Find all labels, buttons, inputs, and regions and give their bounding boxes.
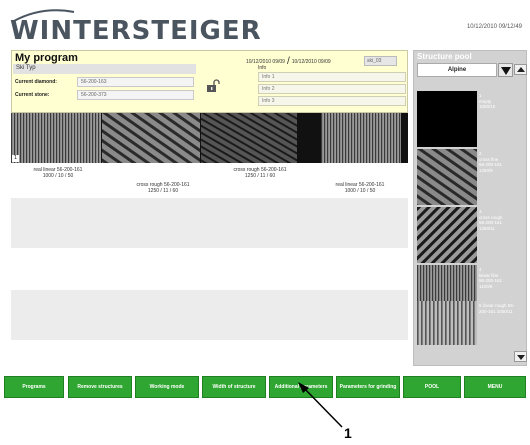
working-mode-button[interactable]: Working mode (135, 376, 199, 398)
tile-caption-text: real linear 56-200-161 1000 / 10 / 50 (335, 182, 385, 194)
info-2-field[interactable]: Info 2 (258, 84, 406, 94)
tile-caption-text: cross rough 56-200-161 1250 / 11 / 60 (233, 167, 287, 179)
logo: WINTERSTEIGER (10, 16, 262, 46)
parameters-for-grinding-button[interactable]: Parameters for grinding (336, 376, 400, 398)
info-label: Info (258, 65, 267, 71)
pool-thumb-linear-rough (417, 301, 477, 345)
structure-pool-panel: Structure pool Alpine 1 empty 1000/10 2 … (413, 50, 527, 366)
tile-caption-text: real linear 56-200-161 1000 / 10 / 50 (33, 167, 83, 179)
scroll-down-icon[interactable] (514, 351, 527, 362)
pool-thumb-cross-rough (417, 207, 477, 263)
linear-fine-pattern (11, 113, 101, 163)
pool-thumb-cross-fine (417, 149, 477, 205)
pool-item-text: 5 linear rough 56-200-161 1000/11 (479, 303, 515, 314)
additional-parameters-button[interactable]: Additional parameters (269, 376, 333, 398)
pool-item-text: 2 cross fine 56-200-161 1250/9 (479, 151, 503, 173)
current-diamond-row: Current diamond: 56-200-163 (13, 77, 196, 87)
current-stone-row: Current stone: 56-200-373 (13, 90, 196, 100)
dropdown-arrow-icon[interactable] (498, 63, 513, 77)
datetime-display: 10/12/2010 09/12/49 (466, 24, 522, 30)
linear-fine-pattern (321, 113, 401, 163)
tile-number: 1 (12, 155, 19, 162)
header: WINTERSTEIGER 10/12/2010 09/12/49 (0, 0, 530, 48)
remove-structures-button[interactable]: Remove structures (68, 376, 132, 398)
unlock-icon[interactable] (206, 79, 220, 93)
structure-tile[interactable] (201, 113, 297, 163)
pool-button[interactable]: POOL (403, 376, 461, 398)
tile-caption: real linear 56-200-161 1000 / 10 / 50 (315, 182, 405, 194)
pool-item-text: 4 linear fine 56-200-161 1100/9 (479, 267, 503, 289)
empty-structure-row[interactable] (11, 198, 408, 248)
pool-category-select[interactable]: Alpine (417, 63, 497, 77)
pool-item-text: 1 empty 1000/10 (479, 93, 496, 109)
cross-rough-pattern (102, 113, 200, 163)
date-modified: 10/12/2010 09/09 (291, 59, 331, 65)
scroll-up-icon[interactable] (514, 64, 527, 75)
current-diamond-label: Current diamond: (15, 79, 57, 85)
structure-strip: 1 (11, 113, 408, 163)
ski-type-field[interactable]: Ski Typ (13, 64, 196, 74)
current-stone-label: Current stone: (15, 92, 50, 98)
program-code-field[interactable]: ski_03 (364, 56, 397, 66)
current-stone-field[interactable]: 56-200-373 (77, 90, 194, 100)
tile-caption-text: cross rough 56-200-161 1250 / 11 / 60 (136, 182, 190, 194)
menu-button[interactable]: MENU (464, 376, 526, 398)
pool-item[interactable]: 3 cross rough 56-200-161 1250/11 (417, 207, 523, 263)
width-of-structure-button[interactable]: Width of structure (202, 376, 266, 398)
program-panel: My program 10/12/2010 09/09/10/12/2010 0… (11, 50, 408, 113)
structure-tile[interactable] (321, 113, 401, 163)
tile-caption: real linear 56-200-161 1000 / 10 / 50 (13, 167, 103, 179)
pool-thumb-empty (417, 91, 477, 147)
structure-tile[interactable] (102, 113, 200, 163)
date-separator: / (286, 56, 290, 67)
tile-caption: cross rough 56-200-161 1250 / 11 / 60 (215, 167, 305, 179)
structure-tile[interactable]: 1 (11, 113, 101, 163)
info-1-field[interactable]: Info 1 (258, 72, 406, 82)
pool-item[interactable]: 1 empty 1000/10 (417, 91, 523, 147)
programs-button[interactable]: Programs (4, 376, 64, 398)
pool-item-text: 3 cross rough 56-200-161 1250/11 (479, 209, 503, 231)
callout-number: 1 (344, 425, 352, 441)
bottom-menu-bar: Programs Remove structures Working mode … (0, 376, 530, 398)
pool-title: Structure pool (417, 52, 472, 61)
empty-structure-row[interactable] (11, 290, 408, 340)
pool-item[interactable]: 2 cross fine 56-200-161 1250/9 (417, 149, 523, 205)
tile-caption: cross rough 56-200-161 1250 / 11 / 60 (118, 182, 208, 194)
pool-item[interactable]: 5 linear rough 56-200-161 1000/11 (417, 289, 523, 345)
info-3-field[interactable]: Info 3 (258, 96, 406, 106)
program-title: My program (15, 52, 78, 64)
cross-rough-pattern (201, 113, 297, 163)
current-diamond-field[interactable]: 56-200-163 (77, 77, 194, 87)
